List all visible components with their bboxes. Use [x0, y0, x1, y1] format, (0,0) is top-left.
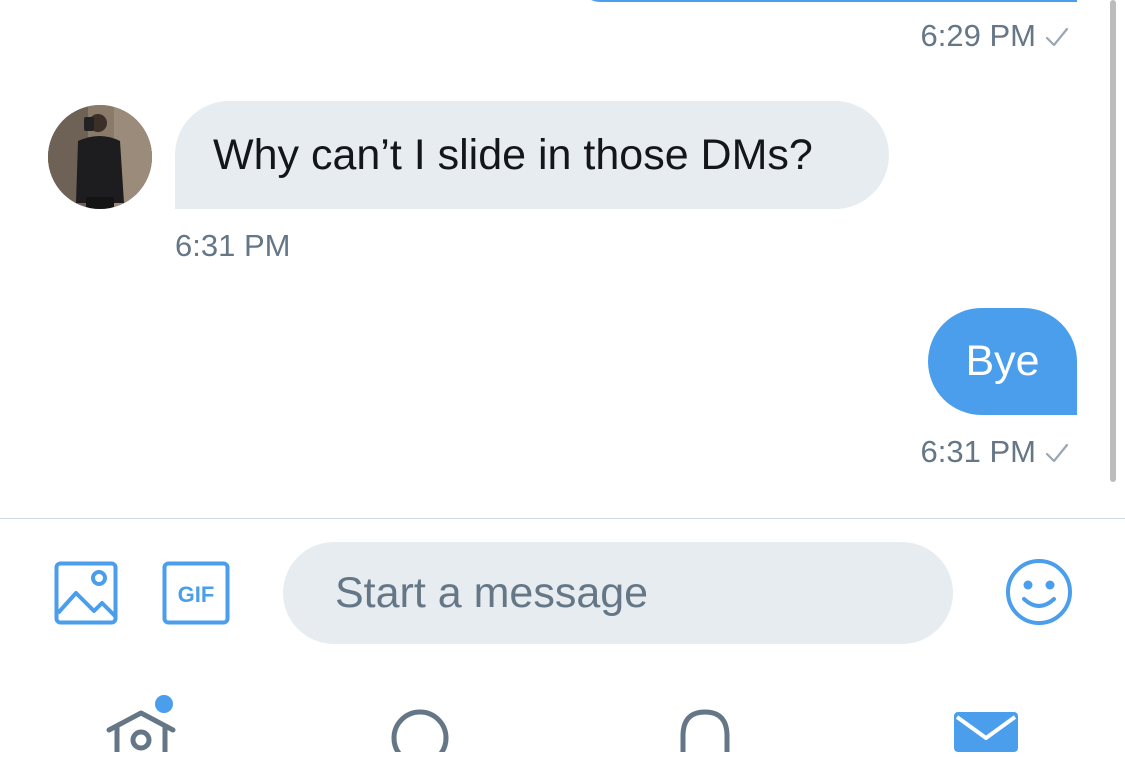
previous-outgoing-bubble[interactable]: [575, 0, 1077, 2]
gif-label: GIF: [178, 582, 215, 607]
gif-icon[interactable]: GIF: [162, 561, 230, 630]
incoming-message-bubble[interactable]: Why can’t I slide in those DMs?: [175, 101, 889, 209]
emoji-icon[interactable]: [1004, 557, 1074, 632]
notifications-tab-icon[interactable]: [673, 708, 737, 757]
scrollbar[interactable]: [1110, 0, 1116, 482]
sent-check-icon: [1044, 20, 1070, 56]
message-input-placeholder: Start a message: [335, 569, 649, 617]
messages-tab-icon[interactable]: [954, 712, 1018, 757]
outgoing-message-bubble[interactable]: Bye: [928, 308, 1077, 415]
incoming-message-timestamp: 6:31 PM: [175, 228, 291, 263]
home-tab-icon[interactable]: [104, 708, 178, 757]
timestamp-text: 6:29 PM: [920, 18, 1036, 53]
message-input[interactable]: Start a message: [283, 542, 953, 644]
sender-avatar[interactable]: [48, 105, 152, 209]
timestamp-text: 6:31 PM: [920, 434, 1036, 469]
conversation-view[interactable]: 6:29 PM Why can’t I slide in those DMs? …: [0, 0, 1125, 518]
image-icon[interactable]: [54, 561, 118, 630]
previous-message-timestamp: 6:29 PM: [921, 18, 1070, 56]
sent-check-icon: [1044, 436, 1070, 472]
search-tab-icon[interactable]: [388, 708, 452, 757]
unread-dot: [155, 695, 173, 713]
outgoing-message-timestamp: 6:31 PM: [921, 434, 1070, 472]
